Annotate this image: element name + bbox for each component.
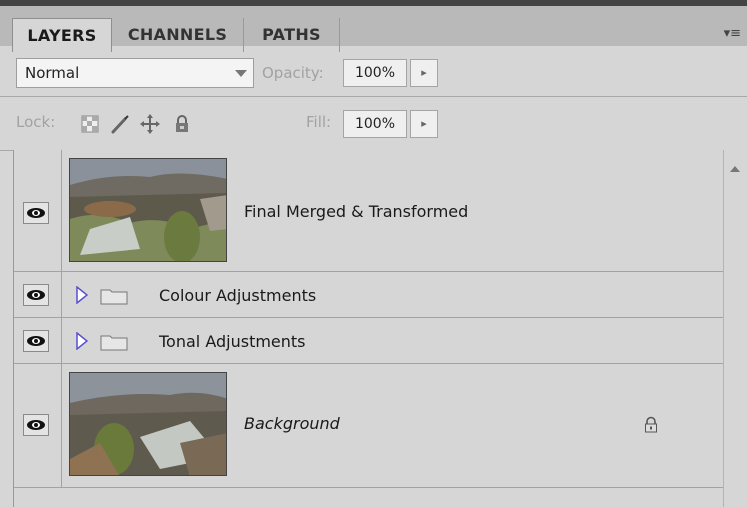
- eye-icon[interactable]: [23, 202, 49, 224]
- tab-layers[interactable]: LAYERS: [12, 18, 112, 52]
- tab-channels[interactable]: CHANNELS: [112, 18, 244, 52]
- lock-transparent-pixels-icon[interactable]: [80, 114, 100, 134]
- layers-panel: LAYERS CHANNELS PATHS ▾≡ Normal Opacity:…: [0, 0, 747, 507]
- eye-icon[interactable]: [23, 414, 49, 436]
- eye-icon[interactable]: [23, 330, 49, 352]
- visibility-cell: [14, 318, 62, 363]
- layer-row-tonal-adjustments[interactable]: Tonal Adjustments: [14, 318, 724, 364]
- layer-name: Tonal Adjustments: [159, 332, 306, 351]
- layers-list: Final Merged & Transformed Colour Adjust…: [13, 150, 724, 507]
- eye-icon[interactable]: [23, 284, 49, 306]
- lock-row: Lock: Fill: 100% ▸: [0, 98, 747, 150]
- layer-name: Final Merged & Transformed: [244, 202, 469, 221]
- opacity-field[interactable]: 100%: [343, 59, 407, 87]
- visibility-cell: [14, 364, 62, 487]
- lock-position-icon[interactable]: [140, 114, 160, 134]
- blend-mode-value: Normal: [25, 64, 80, 82]
- layer-row-colour-adjustments[interactable]: Colour Adjustments: [14, 272, 724, 318]
- lock-icon: [642, 416, 660, 438]
- panel-menu-icon[interactable]: ▾≡: [724, 26, 741, 41]
- scroll-up-arrow-icon[interactable]: [730, 166, 740, 172]
- blend-mode-select[interactable]: Normal: [16, 58, 254, 88]
- layer-name: Background: [244, 414, 340, 433]
- blend-row: Normal Opacity: 100% ▸: [0, 52, 747, 96]
- expand-triangle-icon[interactable]: [76, 331, 89, 354]
- layer-row-background[interactable]: Background: [14, 364, 724, 488]
- tab-paths[interactable]: PATHS: [244, 18, 340, 52]
- lock-label: Lock:: [16, 113, 56, 131]
- visibility-cell: [14, 150, 62, 271]
- fill-slider-button[interactable]: ▸: [410, 110, 438, 138]
- folder-icon: [100, 287, 128, 309]
- expand-triangle-icon[interactable]: [76, 285, 89, 308]
- divider: [0, 96, 747, 97]
- layer-row-final-merged[interactable]: Final Merged & Transformed: [14, 150, 724, 272]
- vertical-scrollbar[interactable]: [723, 150, 747, 507]
- visibility-cell: [14, 272, 62, 317]
- fill-field[interactable]: 100%: [343, 110, 407, 138]
- layer-name: Colour Adjustments: [159, 286, 317, 305]
- folder-icon: [100, 333, 128, 355]
- opacity-slider-button[interactable]: ▸: [410, 59, 438, 87]
- lock-all-icon[interactable]: [172, 114, 192, 134]
- chevron-down-icon: [235, 70, 247, 77]
- layer-thumbnail: [69, 158, 227, 262]
- panel-tab-bar: LAYERS CHANNELS PATHS ▾≡: [0, 0, 747, 52]
- fill-label: Fill:: [306, 113, 332, 131]
- layer-thumbnail: [69, 372, 227, 476]
- opacity-label: Opacity:: [262, 64, 324, 82]
- lock-image-pixels-icon[interactable]: [110, 114, 130, 134]
